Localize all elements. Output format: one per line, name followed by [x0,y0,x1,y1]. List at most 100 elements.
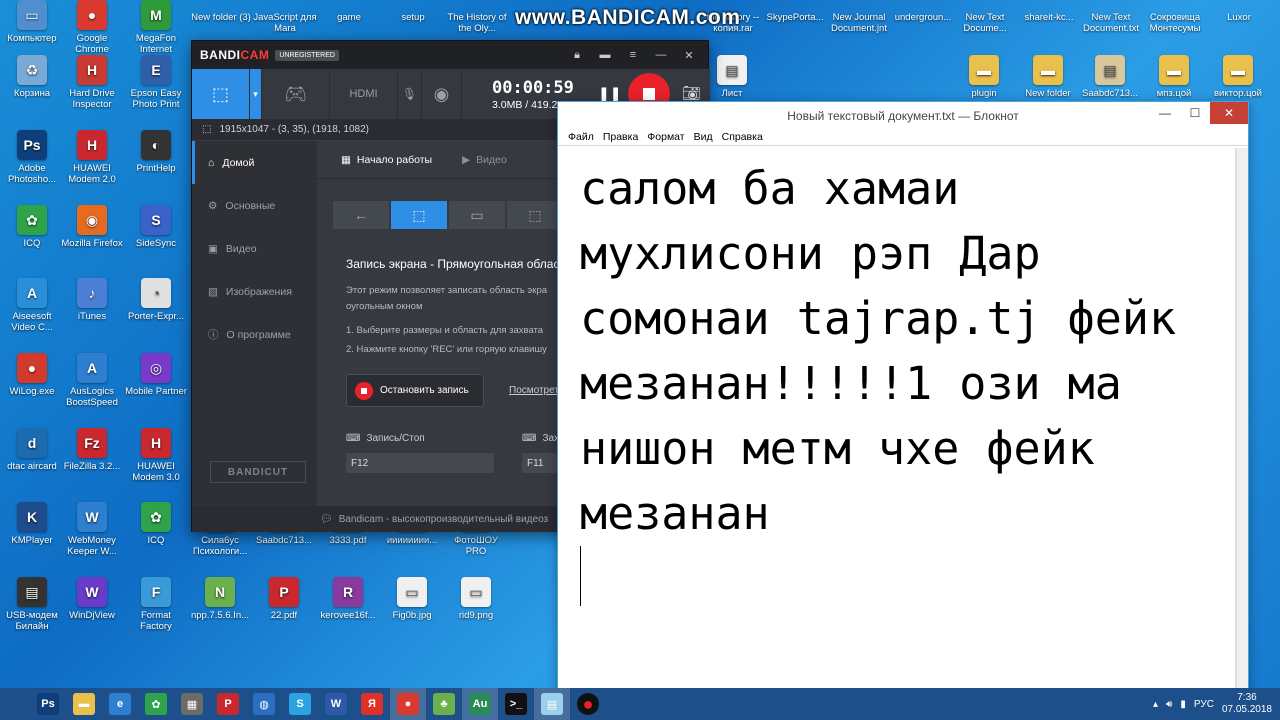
desktop-icon[interactable]: ♪ iTunes [60,278,124,322]
desktop-icon[interactable]: S SideSync [124,205,188,249]
taskbar-app[interactable]: ▦ [174,688,210,720]
desktop-icon[interactable]: ▬ мпз.цой [1142,55,1206,99]
tab-video[interactable]: ▶ Видео [462,154,507,166]
language-indicator[interactable]: РУС [1194,699,1214,710]
desktop-icon-label[interactable]: New folder (3) [188,12,254,23]
minimize-button[interactable]: — [1150,102,1180,124]
bandicam-titlebar[interactable]: BANDICAM UNREGISTERED 🔒︎ ▬ ≡ — ✕ [192,41,708,69]
taskbar-app[interactable]: e [102,688,138,720]
taskbar-app[interactable]: ♣ [426,688,462,720]
screenshot-camera-icon[interactable]: 📷︎ [682,84,701,102]
pause-button[interactable]: ❚❚ [598,85,621,102]
desktop-icon[interactable]: Rkerovee16f... [316,577,380,621]
back-arrow-icon[interactable]: ← [333,201,389,229]
desktop-icon[interactable]: H Hard Drive Inspector [60,55,124,110]
desktop-icon[interactable]: Fz FileZilla 3.2... [60,428,124,472]
taskbar-app[interactable]: ● [390,688,426,720]
desktop-icon[interactable]: ✿ ICQ [124,502,188,546]
close-button[interactable]: ✕ [1210,102,1248,124]
mic-icon[interactable]: 🎙︎ [398,69,422,119]
desktop-icon-label[interactable]: JavaScript для Mara [252,12,318,34]
desktop-icon-label[interactable]: setup [380,12,446,23]
taskbar-app[interactable]: ◍ [246,688,282,720]
vertical-scrollbar[interactable] [1236,148,1248,700]
desktop-icon-label[interactable]: The History of the Oly... [444,12,510,34]
desktop-icon[interactable]: ● Google Chrome [60,0,124,55]
taskbar-app[interactable]: W [318,688,354,720]
notepad-titlebar[interactable]: Новый текстовый документ.txt — Блокнот —… [558,102,1248,129]
desktop-icon[interactable]: ◎ Mobile Partner [124,353,188,397]
taskbar-app[interactable]: S [282,688,318,720]
desktop-icon-label[interactable]: SkypePorta... [762,12,828,23]
desktop-icon[interactable]: ◉ Mozilla Firefox [60,205,124,249]
desktop-icon[interactable]: H HUAWEI Modem 3.0 [124,428,188,483]
watch-link[interactable]: Посмотрет [509,385,559,396]
mode-dropdown-button[interactable]: ▾ [250,69,262,119]
tab-getting-started[interactable]: ▦ Начало работы [341,154,432,166]
hdmi-mode-button[interactable]: HDMI [330,69,398,119]
desktop-icon[interactable]: H HUAWEI Modem 2.0 [60,130,124,185]
sidebar-item-gear[interactable]: ⚙ Основные [192,184,317,227]
menu-icon[interactable]: ≡ [620,45,646,65]
desktop-icon[interactable]: A Aiseesoft Video C... [0,278,64,333]
menu-item[interactable]: Правка [603,131,638,143]
desktop-icon[interactable]: E Epson Easy Photo Print [124,55,188,110]
hotkey-field-record[interactable]: F12 [346,453,494,473]
desktop-icon-label[interactable]: New Text Docume... [952,12,1018,34]
desktop-icon-label[interactable]: shareit-kc... [1016,12,1082,23]
desktop-icon[interactable]: Nnpp.7.5.6.In... [188,577,252,621]
taskbar-app[interactable]: ▬ [66,688,102,720]
desktop-icon[interactable]: ▬ plugin [952,55,1016,99]
hotkey-field-capture[interactable]: F11 [522,453,562,473]
desktop-icon[interactable]: F Format Factory [124,577,188,632]
taskbar-app[interactable]: Я [354,688,390,720]
desktop-icon[interactable]: ● WiLog.exe [0,353,64,397]
desktop-icon[interactable]: ▤ USB-модем Билайн [0,577,64,632]
cursor-capture-icon[interactable]: ⬚ [507,201,563,229]
webcam-icon[interactable]: ◉ [422,69,462,119]
desktop-icon[interactable]: ▭ Компьютер [0,0,64,44]
stop-recording-button[interactable]: Остановить запись [346,374,484,407]
notepad-window[interactable]: Новый текстовый документ.txt — Блокнот —… [557,101,1249,701]
taskbar-app[interactable]: ● [570,688,606,720]
desktop-icon-label[interactable]: New Journal Document.jnt [826,12,892,34]
close-button[interactable]: ✕ [676,45,702,65]
taskbar-app[interactable]: Au [462,688,498,720]
desktop-icon[interactable]: ◔ Porter-Expr... [124,278,188,322]
sidebar-item-video[interactable]: ▣ Видео [192,227,317,270]
taskbar-app[interactable]: ▤ [534,688,570,720]
menu-item[interactable]: Справка [722,131,763,143]
minimize-button[interactable]: — [648,45,674,65]
menu-item[interactable]: Вид [694,131,713,143]
bandicut-logo[interactable]: BANDICUT [210,461,306,483]
desktop-icon[interactable]: ▤ Saabdc713... [1078,55,1142,99]
taskbar-app[interactable]: ✿ [138,688,174,720]
sidebar-item-image[interactable]: ▨ Изображения [192,270,317,313]
desktop-icon[interactable]: ▭ Fig0b.jpg [380,577,444,621]
maximize-button[interactable]: ☐ [1180,102,1210,124]
desktop-icon-label[interactable]: undergroun... [890,12,956,23]
desktop-icon[interactable]: K KMPlayer [0,502,64,546]
desktop-icon-label[interactable]: Сокровища Монтесумы [1142,12,1208,34]
game-mode-button[interactable]: 🎮︎ [262,69,330,119]
desktop-icon[interactable]: W WinDjView [60,577,124,621]
rectangle-capture-icon[interactable]: ⬚ [391,201,447,229]
taskbar-app[interactable]: P [210,688,246,720]
sidebar-item-home[interactable]: ⌂ Домой [192,141,317,184]
taskbar-app[interactable]: >_ [498,688,534,720]
notepad-text-area[interactable]: салом ба хамаи мухлисони рэп Дар сомонаи… [564,148,1236,700]
start-button[interactable] [0,688,30,720]
desktop-icon[interactable]: ✿ ICQ [0,205,64,249]
desktop-icon[interactable]: Ps Adobe Photosho... [0,130,64,185]
desktop-icon[interactable]: ▬ виктор.цой [1206,55,1270,99]
clock[interactable]: 7:36 07.05.2018 [1222,692,1272,716]
desktop-icon[interactable]: ▬ New folder [1016,55,1080,99]
rectangle-mode-button[interactable]: ⬚ [192,69,250,119]
desktop-icon[interactable]: P 22.pdf [252,577,316,621]
menu-item[interactable]: Файл [568,131,594,143]
tray-arrow-icon[interactable]: ▴ [1153,699,1158,710]
network-icon[interactable]: ▮ [1180,699,1186,710]
fullscreen-capture-icon[interactable]: ▭ [449,201,505,229]
desktop-icon-label[interactable]: game [316,12,382,23]
desktop-icon[interactable]: ♻ Корзина [0,55,64,99]
